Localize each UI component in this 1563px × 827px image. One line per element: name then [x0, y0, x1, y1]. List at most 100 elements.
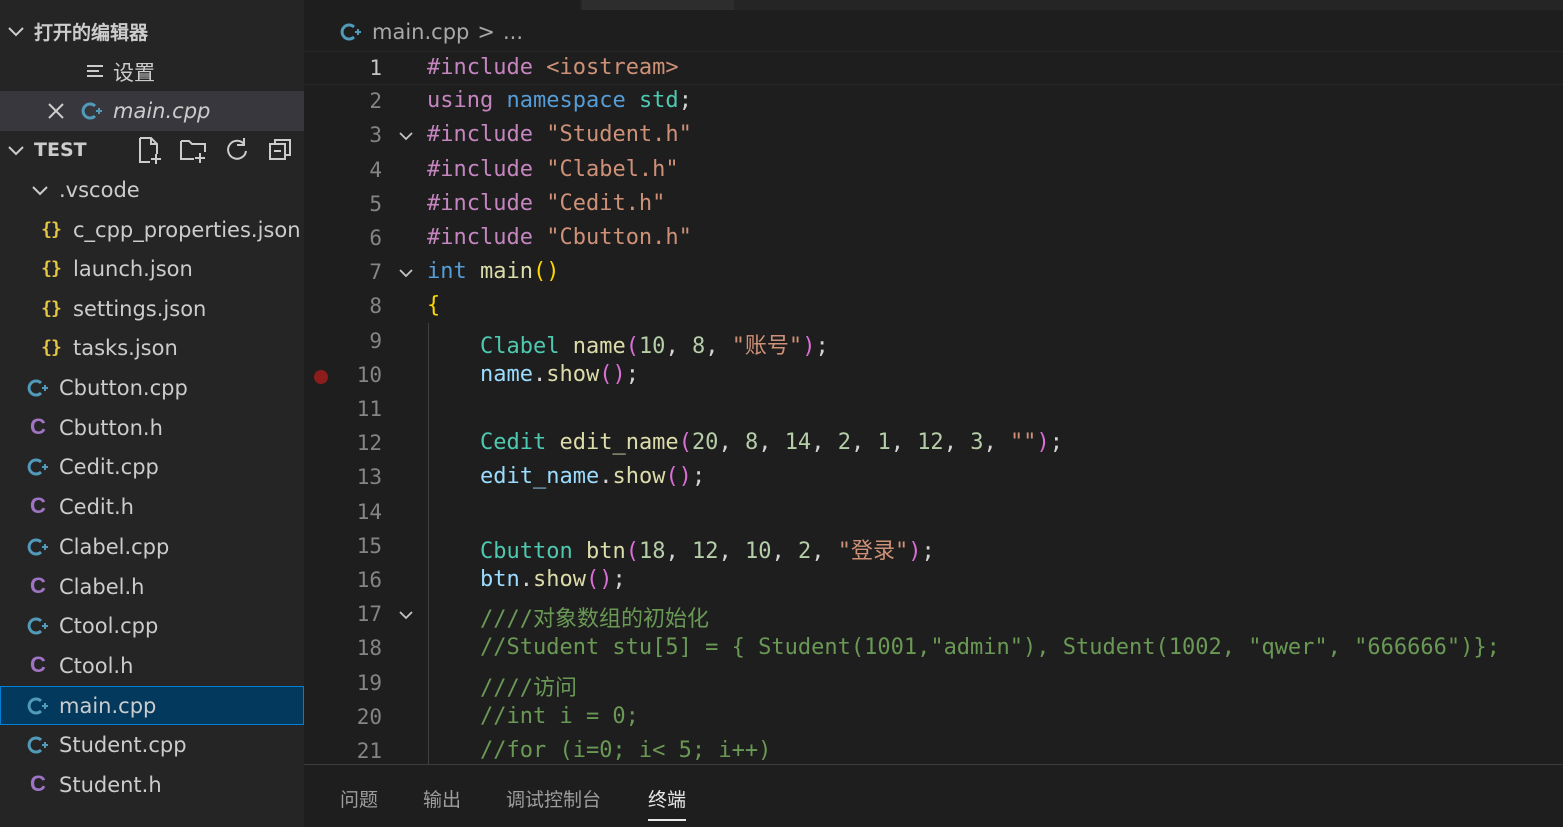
file-item[interactable]: C Cedit.h [0, 487, 304, 526]
code-text: Clabel name(10, 8, "账号"); [427, 328, 829, 360]
code-line[interactable]: 9 Clabel name(10, 8, "账号"); [304, 325, 1563, 359]
code-line[interactable]: 15 Cbutton btn(18, 12, 10, 2, "登录"); [304, 530, 1563, 564]
code-line[interactable]: 6 #include "Cbutton.h" [304, 222, 1563, 256]
code-token: ) [1036, 430, 1050, 455]
open-editor-main-cpp[interactable]: main.cpp [0, 91, 304, 131]
new-file-icon[interactable] [134, 135, 164, 165]
code-line[interactable]: 12 Cedit edit_name(20, 8, 14, 2, 1, 12, … [304, 427, 1563, 461]
tab-terminal[interactable]: 终端 [648, 785, 687, 821]
line-number: 15 [356, 534, 382, 558]
code-line[interactable]: 5 #include "Cedit.h" [304, 188, 1563, 222]
code-token: , [943, 430, 971, 455]
editor-tab[interactable] [582, 0, 734, 10]
code-token: #include [427, 55, 547, 80]
file-item[interactable]: main.cpp [0, 686, 304, 725]
tab-debug-console[interactable]: 调试控制台 [506, 785, 601, 821]
editor-tab[interactable] [304, 0, 580, 10]
code-text: ////访问 [427, 670, 577, 702]
code-text: Cbutton btn(18, 12, 10, 2, "登录"); [427, 533, 935, 565]
fold-chevron-icon[interactable] [397, 264, 415, 282]
code-token: std [638, 88, 679, 113]
line-number: 1 [369, 56, 382, 80]
refresh-icon[interactable] [222, 135, 252, 165]
file-label: Student.cpp [59, 732, 187, 757]
code-line[interactable]: 17 ////对象数组的初始化 [304, 598, 1563, 632]
file-item[interactable]: Ctool.cpp [0, 606, 304, 645]
code-token: . [599, 464, 613, 489]
code-line[interactable]: 13 edit_name.show(); [304, 461, 1563, 495]
code-token: //int i = 0; [479, 704, 639, 729]
code-line[interactable]: 20 //int i = 0; [304, 701, 1563, 735]
open-editor-settings[interactable]: 设置 [0, 52, 304, 91]
new-folder-icon[interactable] [178, 135, 208, 165]
line-number: 21 [356, 739, 382, 763]
editor-tab-strip [304, 0, 1563, 10]
code-editor[interactable]: main.cpp > ... 1 #include <iostream> 2 usin… [304, 0, 1563, 764]
file-item[interactable]: C Cbutton.h [0, 408, 304, 447]
file-launch-json[interactable]: {} launch.json [0, 249, 304, 288]
code-token: btn [479, 567, 520, 592]
code-text: //for (i=0; i< 5; i++) [427, 738, 771, 763]
file-item[interactable]: Student.cpp [0, 725, 304, 764]
code-line[interactable]: 10 name.show(); [304, 359, 1563, 393]
code-token: "账号" [731, 334, 803, 359]
code-token: 10 [638, 334, 666, 359]
code-token: ; [625, 362, 639, 387]
file-settings-json[interactable]: {} settings.json [0, 289, 304, 328]
code-token: Clabel [479, 334, 573, 359]
folder-vscode[interactable]: .vscode [0, 170, 304, 209]
file-label: Ctool.h [59, 653, 134, 678]
line-number: 3 [369, 123, 382, 147]
code-line[interactable]: 16 btn.show(); [304, 564, 1563, 598]
code-line[interactable]: 18 //Student stu[5] = { Student(1001,"ad… [304, 632, 1563, 666]
file-item[interactable]: Cedit.cpp [0, 447, 304, 486]
tab-problems[interactable]: 问题 [340, 785, 378, 821]
code-token: 20 [691, 430, 719, 455]
code-token: "Clabel.h" [546, 157, 679, 182]
code-line[interactable]: 19 ////访问 [304, 667, 1563, 701]
code-token: 2 [837, 430, 851, 455]
code-token: Cedit [479, 430, 560, 455]
file-label: Clabel.cpp [59, 534, 170, 559]
close-icon[interactable] [47, 102, 65, 120]
file-item[interactable]: C Ctool.h [0, 646, 304, 685]
code-line[interactable]: 3 #include "Student.h" [304, 119, 1563, 153]
breadcrumb-file[interactable]: main.cpp [372, 20, 469, 44]
fold-chevron-icon[interactable] [397, 606, 415, 624]
fold-chevron-icon[interactable] [397, 127, 415, 145]
chevron-down-icon[interactable] [6, 140, 26, 160]
file-item[interactable]: C Student.h [0, 765, 304, 804]
code-line[interactable]: 21 //for (i=0; i< 5; i++) [304, 735, 1563, 764]
code-token: ////对象数组的初始化 [479, 607, 709, 632]
collapse-all-icon[interactable] [266, 135, 296, 165]
cpp-file-icon [27, 379, 48, 397]
cpp-file-icon [27, 697, 48, 715]
file-item[interactable]: Cbutton.cpp [0, 368, 304, 407]
code-token: ; [921, 539, 935, 564]
code-line[interactable]: 4 #include "Clabel.h" [304, 154, 1563, 188]
code-token: { [427, 293, 441, 318]
code-line[interactable]: 14 [304, 496, 1563, 530]
open-editors-header[interactable]: 打开的编辑器 [0, 13, 304, 49]
code-line[interactable]: 8{ [304, 290, 1563, 324]
file-label: Cbutton.cpp [59, 375, 188, 400]
file-item[interactable]: C Clabel.h [0, 567, 304, 606]
code-token: 1 [877, 430, 891, 455]
file-item[interactable]: Clabel.cpp [0, 527, 304, 566]
code-line[interactable]: 7 int main() [304, 256, 1563, 290]
code-line[interactable]: 1 #include <iostream> [304, 51, 1563, 85]
code-line[interactable]: 2 using namespace std; [304, 85, 1563, 119]
json-file-icon: {} [41, 336, 62, 358]
file-c-cpp-properties-json[interactable]: {} c_cpp_properties.json [0, 210, 304, 249]
code-token: "登录" [837, 539, 909, 564]
file-label: settings.json [73, 296, 207, 321]
breadcrumb-more[interactable]: ... [503, 20, 523, 44]
file-tasks-json[interactable]: {} tasks.json [0, 328, 304, 367]
tab-output[interactable]: 输出 [423, 785, 461, 821]
code-line[interactable]: 11 [304, 393, 1563, 427]
code-token: ; [815, 334, 829, 359]
chevron-down-icon[interactable] [6, 21, 26, 41]
